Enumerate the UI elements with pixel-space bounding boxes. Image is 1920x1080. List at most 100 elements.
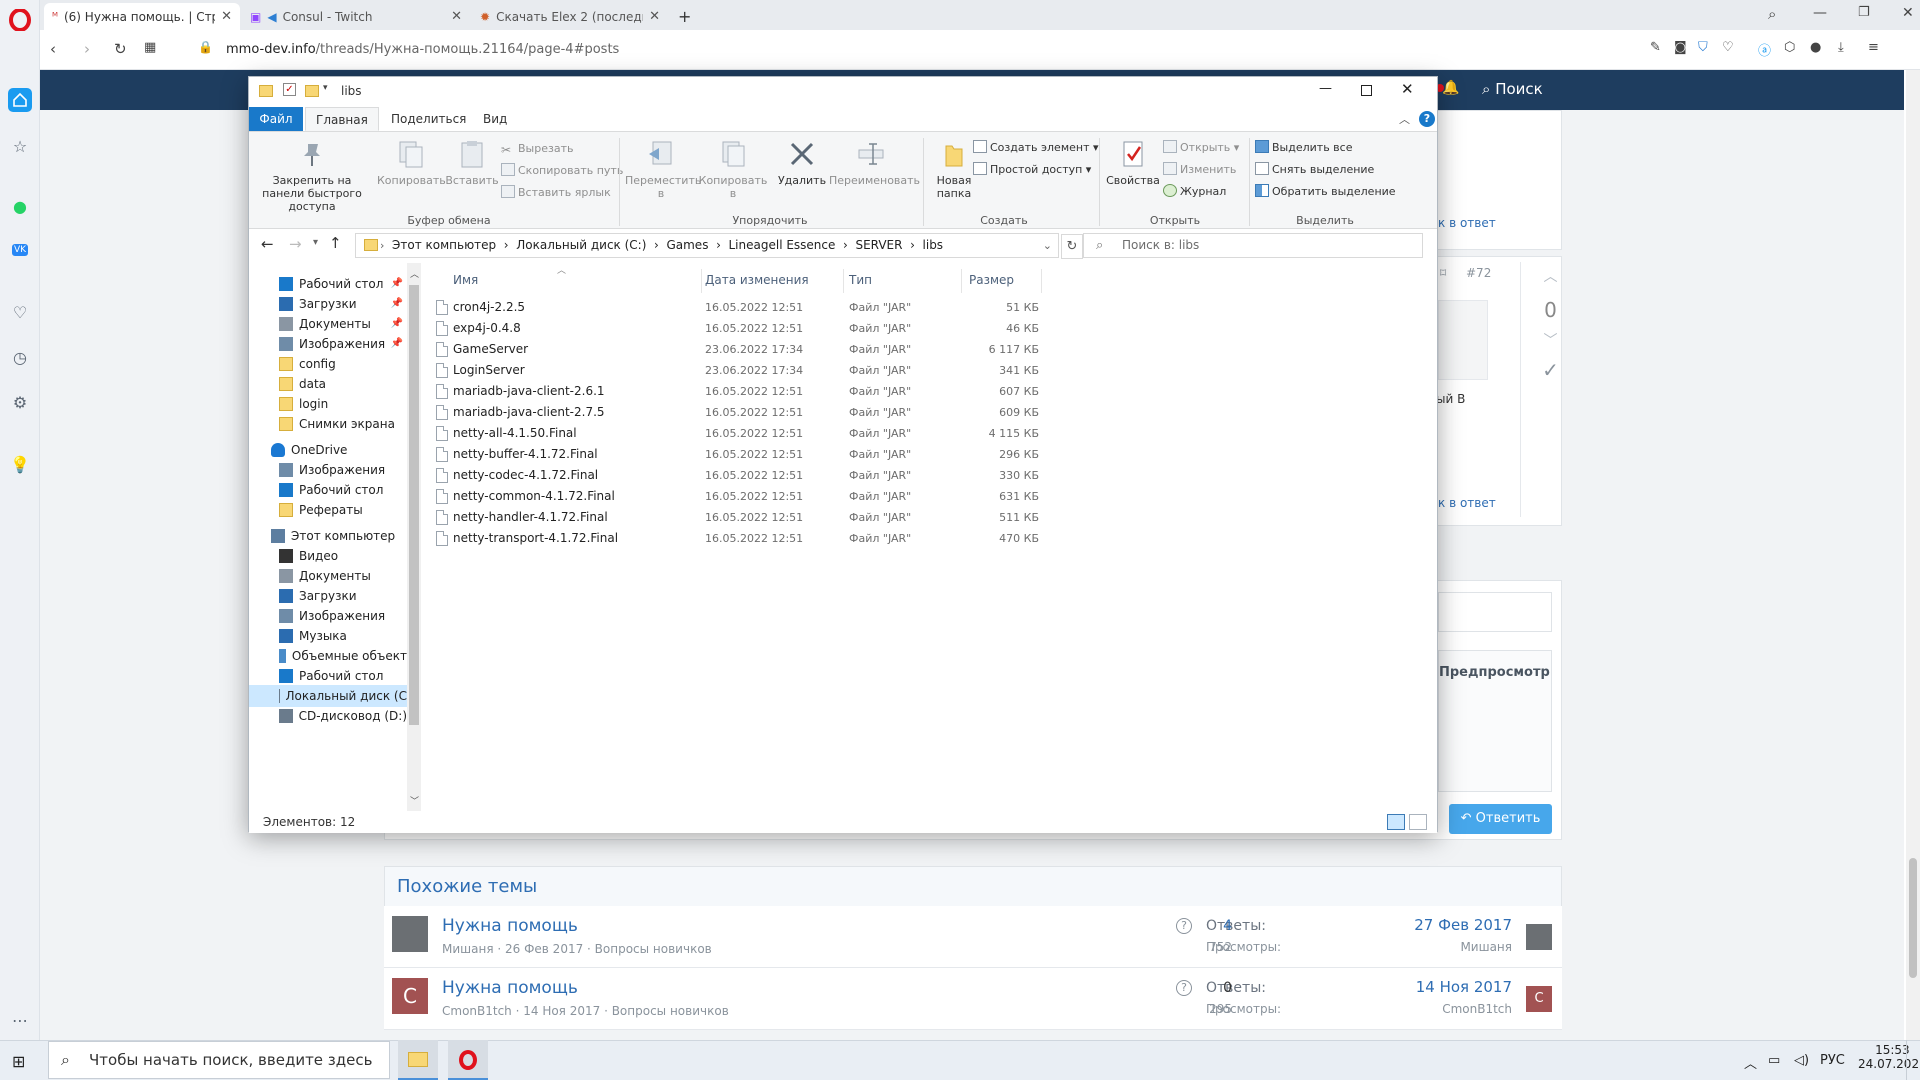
nav-item[interactable]: Документы — [249, 565, 407, 587]
nav-item[interactable]: Снимки экрана — [249, 413, 407, 435]
open-button[interactable]: Открыть ▾ — [1163, 140, 1239, 155]
new-item-button[interactable]: Создать элемент ▾ — [973, 140, 1099, 155]
column-separator[interactable] — [961, 269, 962, 293]
pin-icon[interactable]: 📌 — [391, 313, 403, 335]
column-size[interactable]: Размер — [969, 273, 1014, 287]
heart-icon[interactable]: ♡ — [1722, 40, 1734, 55]
easy-access-button[interactable]: Простой доступ ▾ — [973, 162, 1091, 177]
pin-icon[interactable]: 📌 — [391, 293, 403, 315]
volume-icon[interactable]: ◁) — [1794, 1053, 1809, 1068]
edit-button[interactable]: Изменить — [1163, 162, 1236, 177]
close-button[interactable]: ✕ — [1401, 80, 1414, 98]
large-icons-view-icon[interactable] — [1409, 814, 1427, 830]
explorer-address-field[interactable]: › Этот компьютер › Локальный диск (C:) ›… — [355, 233, 1059, 258]
reply-button[interactable]: ↶ Ответить — [1449, 804, 1552, 834]
page-scrollbar-thumb[interactable] — [1909, 858, 1917, 978]
explorer-search-input[interactable]: ⌕ Поиск в: libs — [1083, 233, 1423, 258]
nav-item[interactable]: Объемные объект — [249, 645, 407, 667]
windows-start-icon[interactable]: ⊞ — [12, 1052, 25, 1071]
reload-icon[interactable]: ↻ — [114, 40, 127, 58]
paste-shortcut-button[interactable]: Вставить ярлык — [501, 185, 611, 200]
file-row[interactable]: LoginServer 23.06.2022 17:34 Файл "JAR" 341… — [431, 360, 1039, 381]
column-separator[interactable] — [1041, 269, 1042, 293]
site-search-button[interactable]: ⌕ Поиск — [1482, 80, 1543, 98]
nav-item[interactable]: Видео — [249, 545, 407, 567]
back-arrow-icon[interactable]: ← — [261, 235, 274, 253]
file-row[interactable]: netty-transport-4.1.72.Final 16.05.2022 1… — [431, 528, 1039, 549]
nav-item[interactable]: Музыка — [249, 625, 407, 647]
history-icon[interactable]: ◷ — [8, 345, 32, 369]
file-row[interactable]: netty-all-4.1.50.Final 16.05.2022 12:51 Фа… — [431, 423, 1039, 444]
extension-a-icon[interactable]: ⓐ — [1758, 40, 1771, 59]
tab-home[interactable]: Главная — [305, 107, 379, 131]
copy-to-button[interactable]: Копировать в — [697, 138, 769, 200]
scroll-down-icon[interactable]: ﹀ — [410, 794, 419, 807]
nav-item[interactable]: Локальный диск (С — [249, 685, 407, 707]
nav-item[interactable]: Рабочий стол 📌 — [249, 273, 407, 295]
nav-item[interactable]: config — [249, 353, 407, 375]
file-row[interactable]: cron4j-2.2.5 16.05.2022 12:51 Файл "JAR" 51… — [431, 297, 1039, 318]
close-browser-button[interactable]: ✕ — [1902, 5, 1914, 21]
last-post-date[interactable]: 14 Ноя 2017 — [1416, 978, 1512, 996]
cut-button[interactable]: ✂ Вырезать — [501, 142, 573, 157]
column-separator[interactable] — [701, 269, 702, 293]
forward-icon[interactable]: › — [84, 40, 90, 58]
nav-item[interactable]: Рабочий стол — [249, 665, 407, 687]
paste-button[interactable]: Вставить — [445, 138, 499, 187]
new-folder-qa-icon[interactable] — [305, 85, 319, 97]
home-icon[interactable] — [8, 88, 32, 112]
nav-item[interactable]: Изображения — [249, 605, 407, 627]
nav-scrollbar-thumb[interactable] — [409, 285, 419, 725]
nav-item[interactable]: Документы 📌 — [249, 313, 407, 335]
reply-link[interactable]: к в ответ — [1438, 216, 1496, 230]
nav-item[interactable]: Изображения — [249, 459, 407, 481]
collapse-ribbon-icon[interactable]: ︿ — [1399, 111, 1410, 127]
profile-icon[interactable]: ● — [1810, 40, 1821, 55]
address-dropdown-icon[interactable]: ⌄ — [1043, 234, 1052, 257]
language-indicator[interactable]: РУС — [1820, 1053, 1845, 1068]
tab-share[interactable]: Поделиться — [381, 107, 476, 131]
pin-icon[interactable]: 📌 — [391, 333, 403, 355]
camera-icon[interactable]: ◙ — [1674, 40, 1687, 55]
nav-item[interactable]: OneDrive — [249, 439, 407, 461]
nav-item[interactable]: login — [249, 393, 407, 415]
nav-item[interactable]: Рабочий стол — [249, 479, 407, 501]
network-icon[interactable]: ▭ — [1768, 1053, 1780, 1068]
forward-arrow-icon[interactable]: → — [289, 235, 302, 253]
shield-icon[interactable]: ⛉ — [1698, 40, 1708, 55]
tray-expand-icon[interactable]: ︿ — [1744, 1053, 1757, 1072]
tab-twitch[interactable]: ▣ ◀ Consul - Twitch ✕ — [242, 3, 470, 30]
search-tabs-icon[interactable]: ⌕ — [1768, 5, 1776, 23]
tab-file[interactable]: Файл — [249, 107, 303, 131]
taskbar-explorer[interactable] — [398, 1040, 438, 1080]
similar-thread-row[interactable]: C Нужна помощь CmonB1tch · 14 Ноя 2017 ·… — [384, 968, 1562, 1030]
nav-item[interactable]: Этот компьютер — [249, 525, 407, 547]
new-folder-button[interactable]: Новая папка — [929, 138, 979, 200]
refresh-icon[interactable]: ↻ — [1061, 234, 1083, 259]
properties-qa-icon[interactable]: ✓ — [283, 83, 296, 96]
post-number[interactable]: #72 — [1466, 266, 1491, 280]
copy-path-button[interactable]: Скопировать путь — [501, 163, 623, 178]
select-all-button[interactable]: Выделить все — [1255, 140, 1352, 155]
bell-icon[interactable]: 🔔 — [1442, 80, 1459, 96]
tab-view[interactable]: Вид — [473, 107, 517, 131]
opera-logo-icon[interactable] — [8, 8, 32, 32]
reply-link[interactable]: к в ответ — [1438, 496, 1496, 510]
file-row[interactable]: netty-buffer-4.1.72.Final 16.05.2022 12:5… — [431, 444, 1039, 465]
restore-browser-button[interactable]: ❐ — [1858, 5, 1870, 20]
pin-quick-access-button[interactable]: Закрепить на панели быстрого доступа — [253, 138, 371, 213]
thread-title-link[interactable]: Нужна помощь — [442, 916, 578, 936]
avatar[interactable]: C — [1526, 986, 1552, 1012]
page-scrollbar[interactable] — [1906, 70, 1920, 1040]
last-poster[interactable]: Мишаня — [1460, 940, 1512, 954]
history-button[interactable]: Журнал — [1163, 184, 1226, 199]
settings-gear-icon[interactable]: ⚙ — [8, 390, 32, 414]
nav-item[interactable]: CD-дисковод (D:) — [249, 705, 407, 727]
tab-active[interactable]: ᴹ (6) Нужна помощь. | Стра ✕ — [44, 3, 240, 30]
minimize-browser-button[interactable]: — — [1813, 5, 1827, 21]
thread-title-link[interactable]: Нужна помощь — [442, 978, 578, 998]
taskbar-opera[interactable] — [448, 1040, 488, 1080]
nav-scrollbar[interactable]: ︿ ﹀ — [407, 263, 421, 811]
replies-count[interactable]: 0 — [1223, 980, 1232, 996]
file-row[interactable]: mariadb-java-client-2.6.1 16.05.2022 12:5… — [431, 381, 1039, 402]
